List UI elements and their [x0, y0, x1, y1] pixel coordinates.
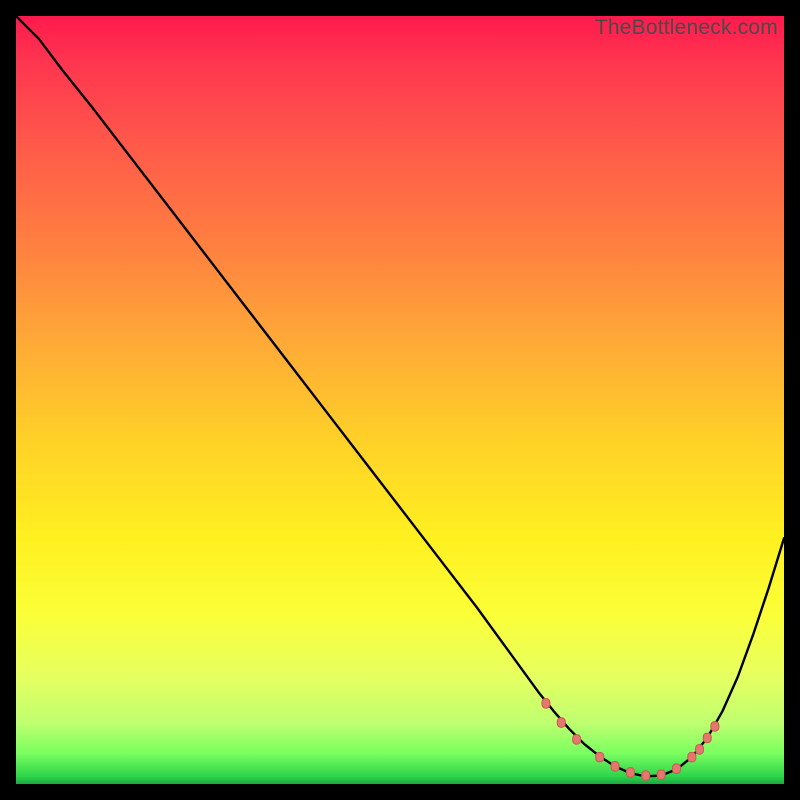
data-marker	[688, 752, 696, 762]
data-marker	[711, 722, 719, 732]
data-marker	[573, 735, 581, 745]
data-marker	[657, 770, 665, 780]
data-marker	[626, 768, 634, 778]
data-marker	[672, 764, 680, 774]
data-marker	[611, 762, 619, 772]
chart-canvas: TheBottleneck.com	[0, 0, 800, 800]
data-marker	[703, 733, 711, 743]
data-marker	[642, 771, 650, 781]
data-marker	[542, 699, 550, 709]
data-marker	[596, 752, 604, 762]
plot-area: TheBottleneck.com	[16, 16, 784, 784]
bottleneck-curve	[16, 16, 784, 776]
data-marker	[557, 718, 565, 728]
data-markers	[542, 699, 719, 781]
curve-layer	[16, 16, 784, 784]
data-marker	[696, 745, 704, 755]
